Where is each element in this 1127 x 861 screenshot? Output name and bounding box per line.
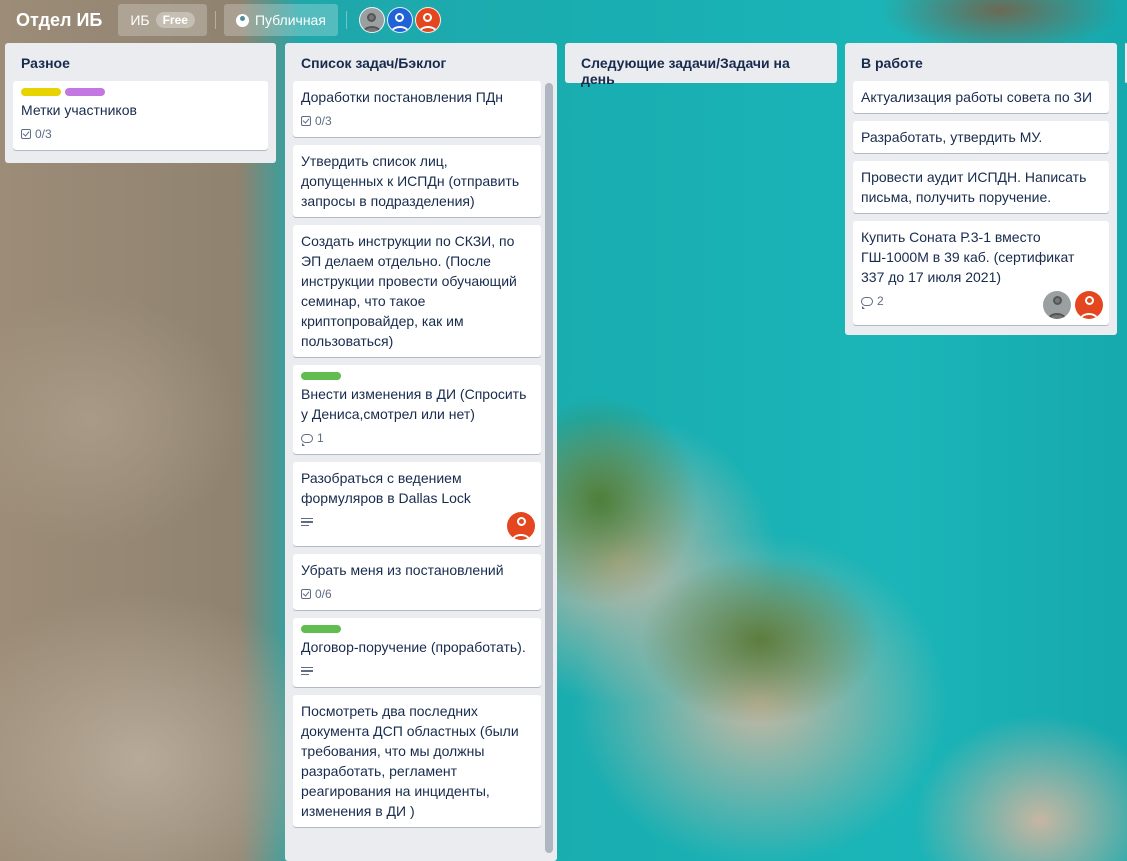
list-title[interactable]: В работе [853, 43, 1109, 81]
list-title[interactable]: Следующие задачи/Задачи на день [573, 43, 829, 97]
card[interactable]: Купить Соната Р.3-1 вместо ГШ-1000М в 39… [853, 221, 1109, 325]
member-avatar[interactable] [1075, 291, 1103, 319]
checklist-count: 0/3 [35, 127, 52, 141]
card-title: Утвердить список лиц, допущенных к ИСПДн… [301, 153, 520, 209]
member-avatar[interactable] [414, 7, 441, 33]
checklist-badge: 0/6 [301, 584, 332, 604]
list-misc: Разное Метки участников 0/3 [5, 43, 276, 163]
card[interactable]: Доработки постановления ПДн 0/3 [293, 81, 541, 137]
board-members [358, 7, 441, 33]
card-title: Провести аудит ИСПДН. Написать письма, п… [861, 169, 1087, 205]
card-title: Разработать, утвердить МУ. [861, 129, 1043, 145]
comment-count: 2 [877, 294, 884, 308]
checklist-count: 0/6 [315, 587, 332, 601]
card[interactable]: Договор-поручение (проработать). [293, 618, 541, 687]
card-badges: 0/6 [301, 584, 533, 604]
card-label[interactable] [65, 88, 105, 96]
comments-badge: 2 [861, 291, 884, 311]
card[interactable]: Метки участников 0/3 [13, 81, 268, 150]
card-badges [301, 661, 533, 681]
card[interactable]: Актуализация работы совета по ЗИ [853, 81, 1109, 113]
list-scrollbar[interactable] [545, 83, 553, 853]
card-badges: 1 [301, 428, 533, 448]
checklist-icon [301, 116, 311, 126]
card[interactable]: Убрать меня из постановлений 0/6 [293, 554, 541, 610]
comment-count: 1 [317, 431, 324, 445]
card[interactable]: Посмотреть два последних документа ДСП о… [293, 695, 541, 827]
list-title[interactable]: Разное [13, 43, 268, 81]
card-title: Создать инструкции по СКЗИ, по ЭП делаем… [301, 233, 517, 349]
checklist-icon [301, 589, 311, 599]
card-label[interactable] [301, 625, 341, 633]
workspace-button[interactable]: ИБ Free [118, 4, 207, 36]
card-title: Убрать меня из постановлений [301, 562, 504, 578]
card-title: Купить Соната Р.3-1 вместо ГШ-1000М в 39… [861, 229, 1075, 285]
card-title: Внести изменения в ДИ (Спросить у Дениса… [301, 386, 527, 422]
card-title: Метки участников [21, 102, 137, 118]
card-title: Разобраться с ведением формуляров в Dall… [301, 470, 471, 506]
list-next-tasks: Следующие задачи/Задачи на день [565, 43, 837, 87]
card-title: Актуализация работы совета по ЗИ [861, 89, 1093, 105]
comment-icon [861, 296, 873, 309]
card-labels [21, 88, 260, 96]
workspace-label: ИБ [130, 12, 150, 28]
card-title: Доработки постановления ПДн [301, 89, 504, 105]
list-in-progress: В работе Актуализация работы совета по З… [845, 43, 1117, 335]
card-members [1043, 291, 1103, 319]
card-labels [301, 625, 533, 633]
checklist-badge: 0/3 [301, 111, 332, 131]
board-title[interactable]: Отдел ИБ [8, 4, 110, 36]
list-backlog: Список задач/Бэклог Доработки постановле… [285, 43, 557, 861]
globe-icon [235, 13, 249, 27]
visibility-label: Публичная [254, 12, 326, 28]
card-members [507, 512, 535, 540]
card-badges: 0/3 [301, 111, 533, 131]
visibility-button[interactable]: Публичная [223, 4, 338, 36]
card[interactable]: Утвердить список лиц, допущенных к ИСПДн… [293, 145, 541, 217]
card[interactable]: Провести аудит ИСПДН. Написать письма, п… [853, 161, 1109, 213]
header-divider [214, 11, 216, 29]
list-title[interactable]: Список задач/Бэклог [293, 43, 541, 81]
member-avatar[interactable] [1043, 291, 1071, 319]
member-avatar[interactable] [386, 7, 413, 33]
member-avatar[interactable] [358, 7, 385, 33]
card-title: Посмотреть два последних документа ДСП о… [301, 703, 519, 819]
checklist-icon [21, 129, 31, 139]
scrollbar-thumb[interactable] [545, 83, 553, 853]
card-badges [301, 512, 533, 532]
header-divider [345, 11, 347, 29]
comment-icon [301, 433, 313, 446]
card-badges: 0/3 [21, 124, 260, 144]
member-avatar[interactable] [507, 512, 535, 540]
checklist-badge: 0/3 [21, 124, 52, 144]
description-icon [301, 666, 313, 676]
description-icon [301, 517, 313, 527]
board-header: Отдел ИБ ИБ Free Публичная [0, 0, 1127, 40]
card-label[interactable] [301, 372, 341, 380]
card[interactable]: Внести изменения в ДИ (Спросить у Дениса… [293, 365, 541, 454]
plan-badge: Free [155, 12, 195, 28]
card-labels [301, 372, 533, 380]
card[interactable]: Разработать, утвердить МУ. [853, 121, 1109, 153]
card[interactable]: Создать инструкции по СКЗИ, по ЭП делаем… [293, 225, 541, 357]
comments-badge: 1 [301, 428, 324, 448]
card[interactable]: Разобраться с ведением формуляров в Dall… [293, 462, 541, 546]
checklist-count: 0/3 [315, 114, 332, 128]
card-title: Договор-поручение (проработать). [301, 639, 526, 655]
card-label[interactable] [21, 88, 61, 96]
